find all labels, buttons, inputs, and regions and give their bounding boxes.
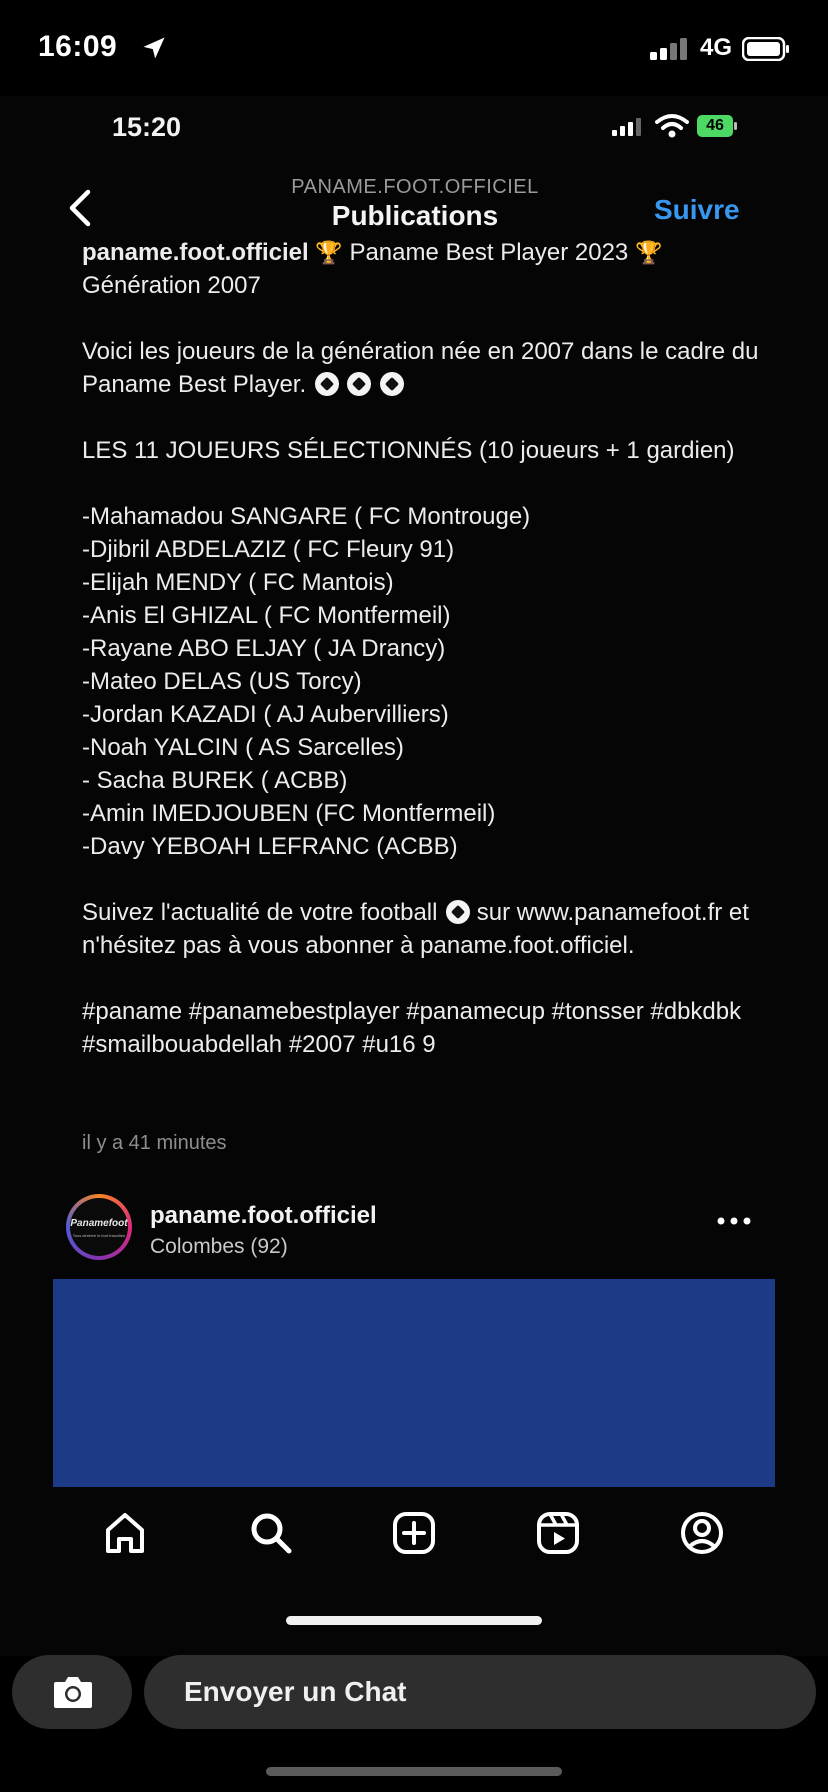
camera-button[interactable] — [12, 1655, 132, 1729]
soccer-ball-icon — [314, 372, 339, 396]
caption-hashtags[interactable]: #paname #panamebestplayer #panamecup #to… — [82, 995, 772, 1061]
post-caption: paname.foot.officiel 🏆 Paname Best Playe… — [82, 236, 772, 1061]
trophy-icon: 🏆 — [315, 240, 343, 265]
list-item: -Amin IMEDJOUBEN (FC Montfermeil) — [82, 800, 496, 827]
header-username: PANAME.FOOT.OFFICIEL — [291, 176, 539, 198]
location-arrow-icon — [143, 37, 165, 59]
list-item: -Jordan KAZADI ( AJ Aubervilliers) — [82, 701, 449, 728]
signal-icon — [650, 38, 687, 60]
list-item: -Mateo DELAS (US Torcy) — [82, 668, 362, 695]
caption-line-1: paname.foot.officiel 🏆 Paname Best Playe… — [82, 236, 772, 269]
player-list: -Mahamadou SANGARE ( FC Montrouge) -Djib… — [82, 500, 772, 863]
list-item: -Anis El GHIZAL ( FC Montfermeil) — [82, 602, 451, 629]
caption-title: Paname Best Player 2023 — [349, 239, 629, 266]
list-item: -Noah YALCIN ( AS Sarcelles) — [82, 734, 404, 761]
reels-icon[interactable] — [533, 1508, 583, 1558]
soccer-ball-icon — [446, 900, 471, 924]
home-indicator — [286, 1616, 542, 1625]
search-icon[interactable] — [246, 1508, 296, 1558]
post-timestamp: il y a 41 minutes — [82, 1132, 227, 1154]
list-item: -Elijah MENDY ( FC Mantois) — [82, 569, 394, 596]
create-icon[interactable] — [389, 1508, 439, 1558]
battery-icon — [742, 37, 789, 61]
signal-icon — [612, 118, 641, 136]
soccer-ball-icon — [380, 372, 405, 396]
list-item: - Sacha BUREK ( ACBB) — [82, 767, 348, 794]
chat-input-placeholder: Envoyer un Chat — [184, 1676, 407, 1707]
camera-icon — [54, 1677, 92, 1708]
network-type: 4G — [700, 34, 733, 61]
outer-status-time: 16:09 — [38, 30, 118, 63]
avatar-logo-text: Panamefoot — [70, 1218, 128, 1229]
post-image[interactable] — [53, 1279, 775, 1487]
list-item: -Rayane ABO ELJAY ( JA Drancy) — [82, 635, 446, 662]
caption-username[interactable]: paname.foot.officiel — [82, 239, 309, 266]
back-chevron-icon[interactable] — [64, 186, 98, 230]
trophy-icon: 🏆 — [634, 240, 663, 265]
caption-cta: Suivez l'actualité de votre football sur… — [82, 896, 772, 962]
page-title: Publications — [331, 200, 499, 231]
caption-intro-para: Voici les joueurs de la génération née e… — [82, 335, 772, 401]
caption-cta-start: Suivez l'actualité de votre football — [82, 899, 438, 926]
home-indicator — [266, 1767, 562, 1776]
soccer-ball-icon — [347, 372, 372, 396]
home-icon[interactable] — [100, 1508, 150, 1558]
post-location[interactable]: Colombes (92) — [150, 1235, 288, 1259]
battery-level: 46 — [706, 117, 724, 134]
wifi-icon — [655, 114, 689, 138]
caption-generation: Génération 2007 — [82, 272, 261, 299]
avatar-logo-tagline: Tous derrière le foot francilien — [72, 1233, 126, 1238]
follow-button[interactable]: Suivre — [654, 194, 740, 226]
list-item: -Djibril ABDELAZIZ ( FC Fleury 91) — [82, 536, 455, 563]
list-item: -Mahamadou SANGARE ( FC Montrouge) — [82, 503, 531, 530]
post-username[interactable]: paname.foot.officiel — [150, 1202, 377, 1230]
more-icon[interactable] — [716, 1214, 752, 1228]
inner-status-time: 15:20 — [112, 112, 182, 142]
caption-selection-title: LES 11 JOUEURS SÉLECTIONNÉS (10 joueurs … — [82, 437, 735, 464]
profile-icon[interactable] — [677, 1508, 727, 1558]
list-item: -Davy YEBOAH LEFRANC (ACBB) — [82, 833, 458, 860]
caption-intro: Voici les joueurs de la génération née e… — [82, 338, 759, 398]
